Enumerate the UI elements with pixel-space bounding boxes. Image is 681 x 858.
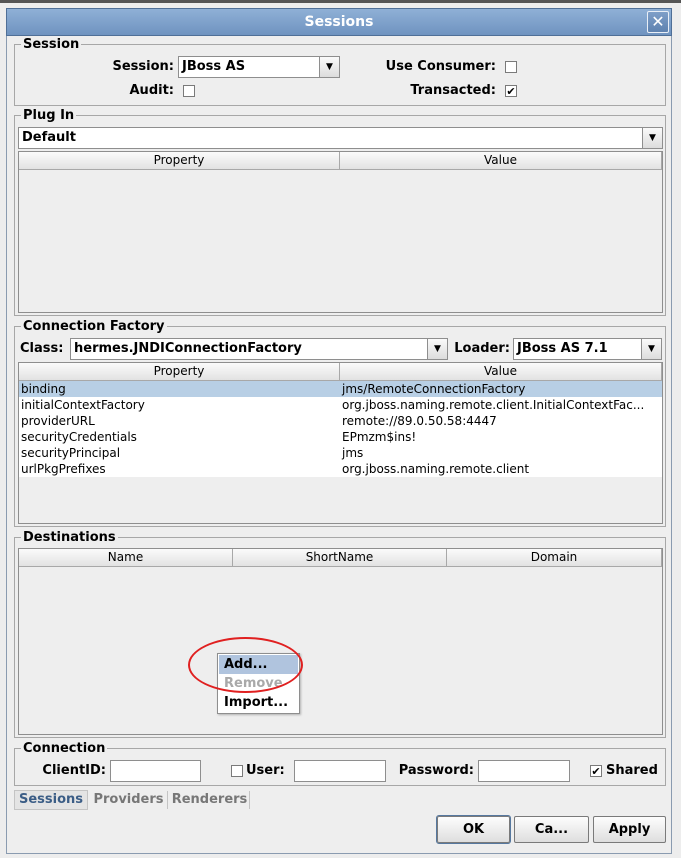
session-combo[interactable]: JBoss AS ▼ — [178, 56, 340, 78]
transacted-label: Transacted: — [410, 83, 496, 98]
use-consumer-label: Use Consumer: — [385, 59, 496, 74]
value-cell: jms/RemoteConnectionFactory — [342, 382, 526, 396]
column-header-value[interactable]: Value — [340, 152, 662, 170]
connection-group-title: Connection — [21, 741, 108, 756]
chevron-down-icon[interactable]: ▼ — [642, 128, 662, 148]
transacted-checkbox[interactable]: ✔ — [505, 85, 517, 97]
property-cell: binding — [21, 382, 66, 396]
plugin-group-title: Plug In — [21, 108, 77, 123]
property-cell: providerURL — [21, 414, 95, 428]
apply-button[interactable]: Apply — [593, 816, 666, 843]
clientid-input[interactable] — [110, 760, 201, 782]
value-cell: org.jboss.naming.remote.client — [342, 462, 530, 476]
use-consumer-checkbox[interactable] — [505, 61, 517, 73]
column-header-shortname[interactable]: ShortName — [233, 549, 447, 567]
ok-button[interactable]: OK — [436, 815, 511, 844]
value-cell: EPmzm$ins! — [342, 430, 417, 444]
cancel-button[interactable]: Ca... — [514, 816, 589, 843]
user-checkbox[interactable] — [231, 765, 243, 777]
plugin-property-table: Property Value — [18, 151, 663, 313]
loader-label: Loader: — [454, 341, 510, 356]
clientid-label: ClientID: — [42, 763, 106, 778]
class-combo-value: hermes.JNDIConnectionFactory — [74, 341, 302, 356]
title-bar: Sessions ✕ — [6, 8, 672, 36]
factory-property-table: Property Value binding jms/RemoteConnect… — [18, 362, 663, 524]
column-header-name[interactable]: Name — [19, 549, 233, 567]
table-row[interactable]: securityPrincipal jms — [19, 445, 662, 461]
destinations-group-title: Destinations — [21, 530, 118, 545]
column-header-value[interactable]: Value — [340, 363, 662, 381]
user-label: User: — [246, 763, 285, 778]
menu-item-import[interactable]: Import... — [219, 693, 298, 712]
value-cell: jms — [342, 446, 364, 460]
shared-label: Shared — [606, 763, 658, 778]
plugin-combo-value: Default — [22, 130, 76, 145]
class-label: Class: — [20, 341, 64, 356]
chevron-down-icon[interactable]: ▼ — [319, 57, 339, 77]
column-header-property[interactable]: Property — [19, 152, 340, 170]
chevron-down-icon[interactable]: ▼ — [427, 339, 447, 359]
table-row[interactable]: providerURL remote://89.0.50.58:4447 — [19, 413, 662, 429]
chevron-down-icon[interactable]: ▼ — [641, 339, 661, 359]
background-window-edge — [0, 0, 681, 3]
property-cell: securityCredentials — [21, 430, 137, 444]
window-title: Sessions — [304, 14, 374, 30]
tab-sessions[interactable]: Sessions — [14, 790, 88, 810]
table-row[interactable]: securityCredentials EPmzm$ins! — [19, 429, 662, 445]
destinations-table[interactable]: Name ShortName Domain — [18, 548, 663, 735]
connection-factory-group-title: Connection Factory — [21, 319, 167, 334]
session-combo-value: JBoss AS — [182, 59, 246, 74]
loader-combo[interactable]: JBoss AS 7.1 ▼ — [513, 338, 662, 360]
user-input[interactable] — [294, 760, 386, 782]
table-row[interactable]: initialContextFactory org.jboss.naming.r… — [19, 397, 662, 413]
audit-label: Audit: — [129, 83, 175, 98]
shared-checkbox[interactable]: ✔ — [590, 765, 602, 777]
session-label: Session: — [112, 59, 175, 74]
property-cell: securityPrincipal — [21, 446, 121, 460]
close-icon[interactable]: ✕ — [647, 11, 669, 33]
column-header-property[interactable]: Property — [19, 363, 340, 381]
table-row[interactable]: binding jms/RemoteConnectionFactory — [19, 381, 662, 397]
property-cell: urlPkgPrefixes — [21, 462, 106, 476]
loader-combo-value: JBoss AS 7.1 — [517, 341, 608, 356]
password-input[interactable] — [478, 760, 570, 782]
column-header-domain[interactable]: Domain — [447, 549, 662, 567]
highlight-circle-annotation — [188, 637, 303, 693]
class-combo[interactable]: hermes.JNDIConnectionFactory ▼ — [70, 338, 448, 360]
session-group-title: Session — [21, 37, 82, 52]
plugin-combo[interactable]: Default ▼ — [18, 127, 663, 149]
property-cell: initialContextFactory — [21, 398, 145, 412]
value-cell: remote://89.0.50.58:4447 — [342, 414, 497, 428]
value-cell: org.jboss.naming.remote.client.InitialCo… — [342, 398, 645, 412]
password-label: Password: — [398, 763, 474, 778]
tab-renderers[interactable]: Renderers — [170, 791, 250, 809]
audit-checkbox[interactable] — [183, 85, 195, 97]
table-row[interactable]: urlPkgPrefixes org.jboss.naming.remote.c… — [19, 461, 662, 477]
tab-providers[interactable]: Providers — [90, 791, 168, 809]
